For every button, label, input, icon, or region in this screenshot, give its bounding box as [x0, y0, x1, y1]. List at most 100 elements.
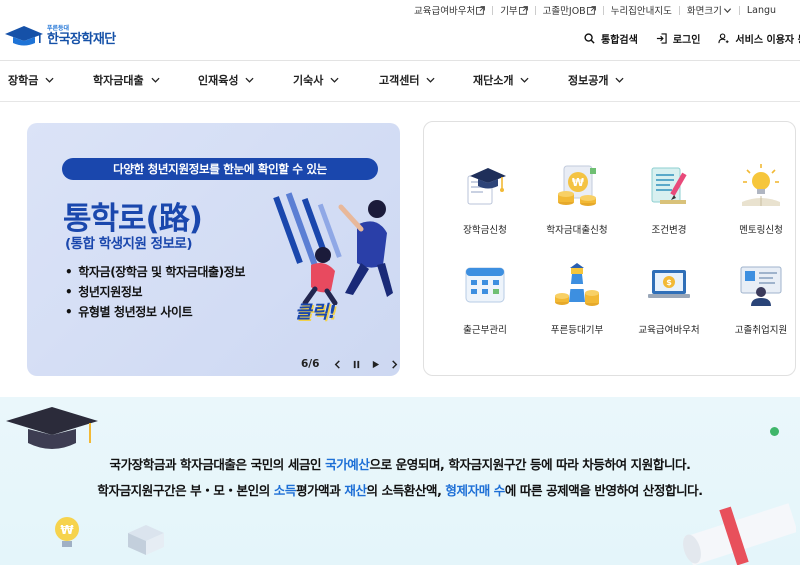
gnb-item-label: 재단소개 [473, 74, 514, 87]
site-logo[interactable]: 푸른등대 한국장학재단 [4, 25, 116, 47]
gnb-item[interactable]: 학자금대출 [93, 72, 160, 88]
banner-bullet: 유형별 청년정보 사이트 [65, 303, 245, 323]
chevron-left-icon [334, 359, 340, 369]
graduation-cap-icon [467, 168, 506, 205]
notice-highlight: 국가예산 [325, 457, 370, 472]
notice-text: 의 소득환산액, [366, 483, 446, 498]
util-link-label: 교육급여바우처 [414, 6, 476, 17]
util-separator [678, 5, 680, 15]
quick-label: 조건변경 [651, 225, 687, 236]
gnb-item[interactable]: 인재육성 [198, 72, 255, 88]
util-link-label: 고졸만JOB [542, 6, 586, 17]
banner-controls: 6/6 [301, 358, 400, 370]
banner-bullet: 학자금(장학금 및 학자금대출)정보 [65, 263, 245, 283]
click-badge: 클릭! [295, 302, 337, 323]
chevron-down-icon [615, 77, 625, 83]
chevron-down-icon [330, 77, 339, 83]
main-navigation: 장학금 학자금대출 인재육성 기숙사 고객센터 재단소개 정보공개 [0, 72, 800, 92]
search-icon [584, 33, 595, 44]
gnb-item-label: 정보공개 [568, 74, 609, 87]
quick-condition-change[interactable]: 조건변경 [623, 162, 715, 236]
util-link[interactable]: 고졸만JOB [543, 3, 596, 17]
util-link[interactable]: 누리집안내지도 [611, 3, 672, 17]
service-user-label: 서비스 이용자 등 [735, 35, 800, 46]
login-button[interactable]: 로그인 [656, 31, 700, 46]
quick-donation[interactable]: 푸른등대기부 [531, 262, 623, 336]
util-link[interactable]: Langu [747, 5, 776, 16]
gnb-item-label: 기숙사 [293, 74, 324, 87]
chevron-down-icon [520, 77, 530, 83]
quick-mentoring-apply[interactable]: 멘토링신청 [715, 162, 800, 236]
play-icon [372, 360, 380, 368]
notice-band: ₩ 국가장학금과 학자금대출은 국민의 세금인 국가예산으로 운영되며, 학자금… [0, 397, 800, 565]
play-button[interactable] [369, 358, 381, 370]
util-link-label: 기부 [500, 6, 518, 17]
quick-scholarship-apply[interactable]: 장학금신청 [439, 162, 531, 236]
gnb-item[interactable]: 정보공개 [568, 72, 625, 88]
green-dot-decoration [770, 427, 779, 436]
util-link[interactable]: 기부 [500, 3, 528, 17]
quick-label: 푸른등대기부 [550, 325, 604, 336]
banner-pill: 다양한 청년지원정보를 한눈에 확인할 수 있는 [62, 158, 378, 180]
notice-line-1: 국가장학금과 학자금대출은 국민의 세금인 국가예산으로 운영되며, 학자금지원… [0, 454, 800, 473]
svg-text:$: $ [666, 278, 672, 287]
gnb-item-label: 장학금 [8, 74, 39, 87]
notice-highlight: 형제자매 수 [445, 483, 505, 498]
quick-label: 장학금신청 [463, 225, 507, 236]
prev-slide-button[interactable] [331, 358, 343, 370]
util-link-label: Langu [746, 4, 777, 16]
notice-text: 에 따른 공제액을 반영하여 산정합니다. [504, 483, 703, 498]
gnb-divider [0, 101, 800, 102]
lighthouse-icon [555, 263, 599, 306]
svg-text:₩: ₩ [60, 523, 74, 537]
graduation-cap-logo-icon [5, 26, 43, 46]
svg-text:₩: ₩ [572, 176, 584, 189]
lightbulb-icon [742, 164, 780, 206]
external-link-icon [518, 6, 528, 15]
utility-bar: 교육급여바우처 기부 고졸만JOB 누리집안내지도 화면크기 Langu [0, 0, 800, 20]
quick-edu-voucher[interactable]: $ 교육급여바우처 [623, 262, 715, 336]
quick-attendance[interactable]: 출근부관리 [439, 262, 531, 336]
notice-text: 으로 운영되며, 학자금지원구간 등에 따라 차등하여 지원합니다. [369, 457, 691, 472]
coin-stack-icon: ₩ [558, 165, 596, 206]
cube-decoration-icon [128, 525, 164, 555]
header-actions: 통합검색 로그인 서비스 이용자 등 [584, 31, 800, 46]
external-link-icon [476, 6, 486, 15]
quick-loan-apply[interactable]: ₩ 학자금대출신청 [531, 162, 623, 236]
document-pen-icon [651, 167, 687, 204]
chevron-down-icon [426, 77, 436, 83]
graduation-cap-decoration-icon [6, 407, 98, 449]
login-icon [656, 33, 667, 44]
gnb-item[interactable]: 기숙사 [293, 72, 339, 88]
notice-text: 학자금지원구간은 부・모・본인의 [97, 483, 274, 498]
user-icon [718, 33, 729, 44]
calendar-icon [465, 267, 505, 303]
chevron-down-icon [151, 77, 160, 83]
integrated-search-button[interactable]: 통합검색 [584, 31, 638, 46]
notice-text: 평가액과 [295, 483, 345, 498]
service-user-button[interactable]: 서비스 이용자 등 [718, 31, 800, 46]
quick-job-support[interactable]: 고졸취업지원 [715, 262, 800, 336]
gnb-item[interactable]: 재단소개 [473, 72, 530, 88]
quick-label: 학자금대출신청 [546, 225, 608, 236]
main-banner[interactable]: 다양한 청년지원정보를 한눈에 확인할 수 있는 통학로(路) (통합 학생지원… [27, 123, 400, 376]
laptop-dollar-icon: $ [648, 270, 690, 298]
util-link[interactable]: 교육급여바우처 [414, 3, 486, 17]
next-slide-button[interactable] [388, 358, 400, 370]
gnb-item[interactable]: 고객센터 [379, 72, 436, 88]
util-separator [738, 5, 740, 15]
chevron-down-icon [723, 8, 731, 13]
chevron-right-icon [392, 359, 398, 369]
gnb-item-label: 학자금대출 [93, 74, 144, 87]
pause-button[interactable] [350, 358, 362, 370]
slide-counter: 6/6 [301, 358, 320, 370]
diploma-scroll-decoration-icon [683, 503, 796, 565]
lightbulb-decoration-icon: ₩ [55, 517, 79, 547]
util-link[interactable]: 화면크기 [687, 3, 732, 17]
gnb-item[interactable]: 장학금 [8, 72, 54, 88]
integrated-search-label: 통합검색 [601, 35, 638, 46]
util-separator [492, 5, 494, 15]
util-separator [534, 5, 536, 15]
quick-label: 출근부관리 [463, 325, 507, 336]
quick-menu: 장학금신청 ₩ 학자금대출신청 조건변경 멘토링신청 출근부관리 푸른등대기부 … [423, 121, 796, 376]
